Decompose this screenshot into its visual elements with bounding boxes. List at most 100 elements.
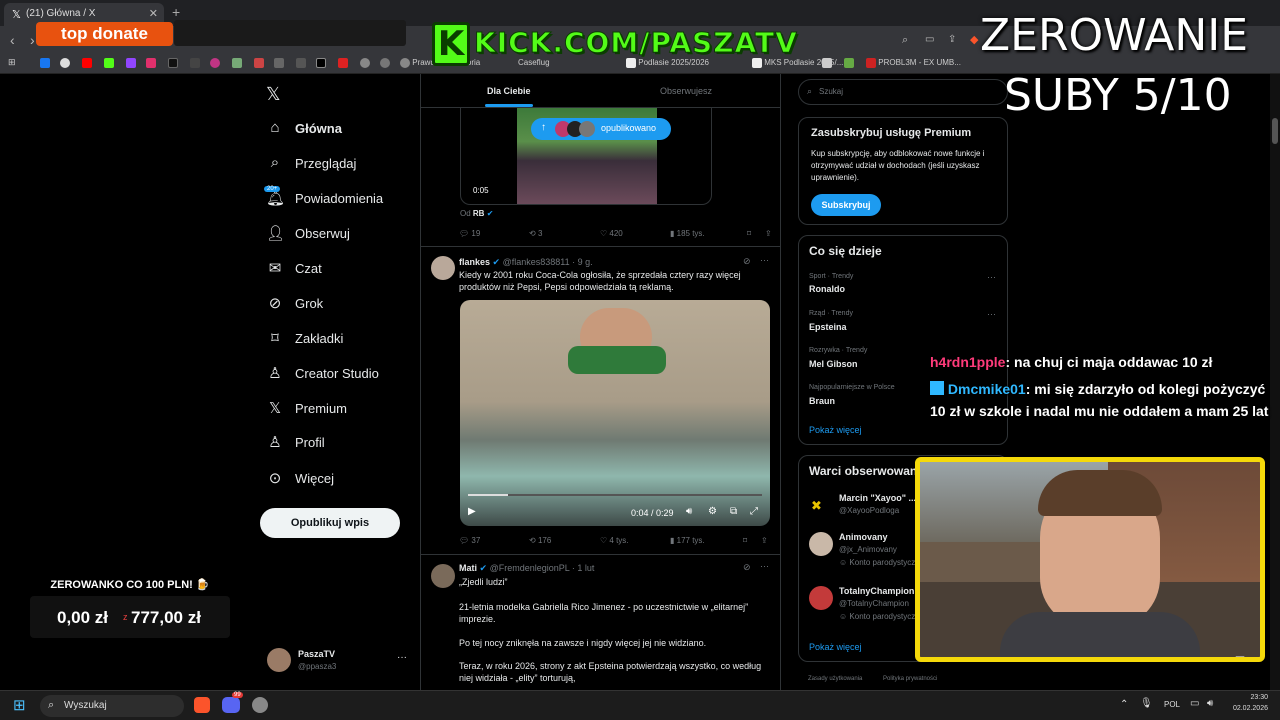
scrollbar-thumb[interactable] bbox=[1272, 118, 1278, 144]
mail-icon[interactable] bbox=[254, 58, 264, 68]
footer-link[interactable]: Zasady użytkowania bbox=[808, 676, 862, 682]
avatar[interactable] bbox=[809, 532, 833, 556]
bookmark-icon[interactable]: ⌑ bbox=[747, 229, 751, 238]
bookmark-link[interactable]: PROBL3M - EX UMB... bbox=[866, 58, 961, 68]
avatar[interactable]: ✖ bbox=[811, 498, 822, 514]
more-icon[interactable]: ··· bbox=[987, 309, 996, 319]
new-posts-pill[interactable]: ↑ opublikowano bbox=[531, 118, 671, 140]
more-icon[interactable]: ··· bbox=[760, 255, 769, 265]
footer-link[interactable]: Polityka prywatności bbox=[883, 676, 937, 682]
instagram-icon[interactable] bbox=[146, 58, 156, 68]
zoom-icon[interactable]: ⌕ bbox=[902, 34, 908, 47]
microphone-icon[interactable]: 🎙︎ bbox=[1140, 698, 1153, 709]
tray-chevron-icon[interactable]: ⌃ bbox=[1120, 699, 1128, 710]
brave-icon[interactable] bbox=[194, 697, 210, 713]
twitch-icon[interactable] bbox=[126, 58, 136, 68]
taskbar-search[interactable]: ⌕ Wyszukaj bbox=[40, 695, 184, 717]
bookmark-icon[interactable] bbox=[232, 58, 242, 68]
post-button[interactable]: Opublikuj wpis bbox=[260, 508, 400, 538]
volume-icon[interactable]: 🔊︎ bbox=[686, 506, 692, 517]
trend-name[interactable]: Braun bbox=[809, 396, 835, 406]
avatar[interactable] bbox=[431, 564, 455, 588]
kick-icon[interactable] bbox=[104, 58, 114, 68]
new-tab-button[interactable]: + bbox=[172, 4, 180, 20]
follow-name[interactable]: TotalnyChampion bbox=[839, 586, 914, 596]
reply-button[interactable]: 💬︎ 19 bbox=[459, 229, 480, 238]
trend-name[interactable]: Ronaldo bbox=[809, 284, 845, 294]
tiktok-icon[interactable] bbox=[168, 58, 178, 68]
grok-icon[interactable]: ⊘ bbox=[743, 256, 751, 267]
share-icon[interactable]: ⇪ bbox=[765, 229, 772, 238]
tweet-text-line: Po tej nocy zniknęła na zawsze i nigdy w… bbox=[459, 638, 707, 648]
share-icon[interactable]: ⇪ bbox=[761, 536, 768, 545]
bookmark-icon[interactable] bbox=[338, 58, 348, 68]
cast-icon[interactable]: ▭ bbox=[925, 34, 934, 45]
views-button[interactable]: ▮ 177 tys. bbox=[670, 536, 705, 545]
settings-icon[interactable]: ⚙ bbox=[708, 506, 717, 517]
account-menu-icon[interactable]: ··· bbox=[397, 652, 407, 663]
back-icon[interactable]: ‹ bbox=[10, 32, 15, 48]
windows-start-icon[interactable]: ⊞ bbox=[13, 698, 26, 713]
search-input[interactable]: ⌕ Szukaj bbox=[798, 79, 1008, 105]
follow-handle: @jx_Animovany bbox=[839, 545, 897, 554]
share-icon[interactable]: ⇪ bbox=[948, 34, 956, 45]
bookmark-icon[interactable] bbox=[274, 58, 284, 68]
volume-icon[interactable]: 🔊︎ bbox=[1207, 698, 1213, 709]
repost-button[interactable]: ⟲ 176 bbox=[529, 536, 551, 545]
like-button[interactable]: ♡ 420 bbox=[600, 229, 623, 238]
trend-name[interactable]: Epsteina bbox=[809, 322, 847, 332]
tip-icon[interactable] bbox=[190, 58, 200, 68]
reply-button[interactable]: 💬︎ 37 bbox=[459, 536, 480, 545]
tweet-video[interactable]: ▶ 0:04 / 0:29 🔊︎ ⚙ ⧉ ⤢ bbox=[460, 300, 770, 526]
close-icon[interactable]: ✕ bbox=[149, 7, 158, 20]
from-name[interactable]: RB bbox=[473, 209, 485, 218]
x-icon[interactable] bbox=[316, 58, 326, 68]
account-name[interactable]: PaszaTV bbox=[298, 649, 335, 659]
discord-icon[interactable] bbox=[222, 697, 240, 713]
show-more-link[interactable]: Pokaż więcej bbox=[809, 425, 862, 435]
bookmark-icon[interactable] bbox=[380, 58, 390, 68]
goal-separator: z bbox=[123, 612, 128, 622]
avatar[interactable] bbox=[809, 586, 833, 610]
bookmark-icon[interactable] bbox=[822, 58, 832, 68]
app-icon[interactable] bbox=[252, 697, 268, 713]
x-logo-icon[interactable]: 𝕏 bbox=[266, 84, 281, 105]
more-icon[interactable]: ··· bbox=[987, 272, 996, 282]
forward-icon[interactable]: › bbox=[30, 32, 35, 48]
more-icon[interactable]: ··· bbox=[760, 561, 769, 571]
bookmark-icon[interactable] bbox=[210, 58, 220, 68]
avatar[interactable] bbox=[267, 648, 291, 672]
tweet-handle: @flankes838811 · 9 g. bbox=[502, 257, 593, 267]
bookmark-icon[interactable] bbox=[844, 58, 854, 68]
youtube-icon[interactable] bbox=[82, 58, 92, 68]
follow-name[interactable]: Animovany bbox=[839, 532, 888, 542]
follow-name[interactable]: Marcin "Xayoo" ... bbox=[839, 493, 916, 503]
bookmark-icon[interactable] bbox=[360, 58, 370, 68]
clock-time[interactable]: 23:30 bbox=[1230, 694, 1268, 701]
show-more-link[interactable]: Pokaż więcej bbox=[809, 642, 862, 652]
tab-following[interactable]: Obserwujesz bbox=[660, 86, 712, 96]
facebook-icon[interactable] bbox=[40, 58, 50, 68]
repost-button[interactable]: ⟲ 3 bbox=[529, 229, 542, 238]
bookmark-icon[interactable]: ⌑ bbox=[743, 536, 747, 545]
apps-icon[interactable]: ⊞ bbox=[8, 57, 16, 68]
play-icon[interactable]: ▶ bbox=[468, 506, 476, 517]
subscribe-button[interactable]: Subskrybuj bbox=[811, 194, 881, 216]
trend-name[interactable]: Mel Gibson bbox=[809, 359, 858, 369]
bookmark-icon[interactable] bbox=[296, 58, 306, 68]
brave-icon[interactable]: ◆ bbox=[970, 33, 978, 46]
tweet-author[interactable]: flankes bbox=[459, 257, 490, 267]
like-button[interactable]: ♡ 4 tys. bbox=[600, 536, 629, 545]
fullscreen-icon[interactable]: ⤢ bbox=[750, 506, 758, 517]
language-indicator[interactable]: POL bbox=[1164, 700, 1180, 709]
tweet-author[interactable]: Mati bbox=[459, 563, 477, 573]
network-icon[interactable]: ▭ bbox=[1190, 698, 1199, 709]
avatar[interactable] bbox=[431, 256, 455, 280]
views-button[interactable]: ▮ 185 tys. bbox=[670, 229, 705, 238]
google-icon[interactable] bbox=[60, 58, 70, 68]
clock-date[interactable]: 02.02.2026 bbox=[1222, 705, 1268, 712]
grok-icon[interactable]: ⊘ bbox=[743, 562, 751, 573]
pip-icon[interactable]: ⧉ bbox=[730, 506, 737, 517]
tab-for-you[interactable]: Dla Ciebie bbox=[487, 86, 531, 96]
video-progress[interactable] bbox=[468, 494, 762, 496]
